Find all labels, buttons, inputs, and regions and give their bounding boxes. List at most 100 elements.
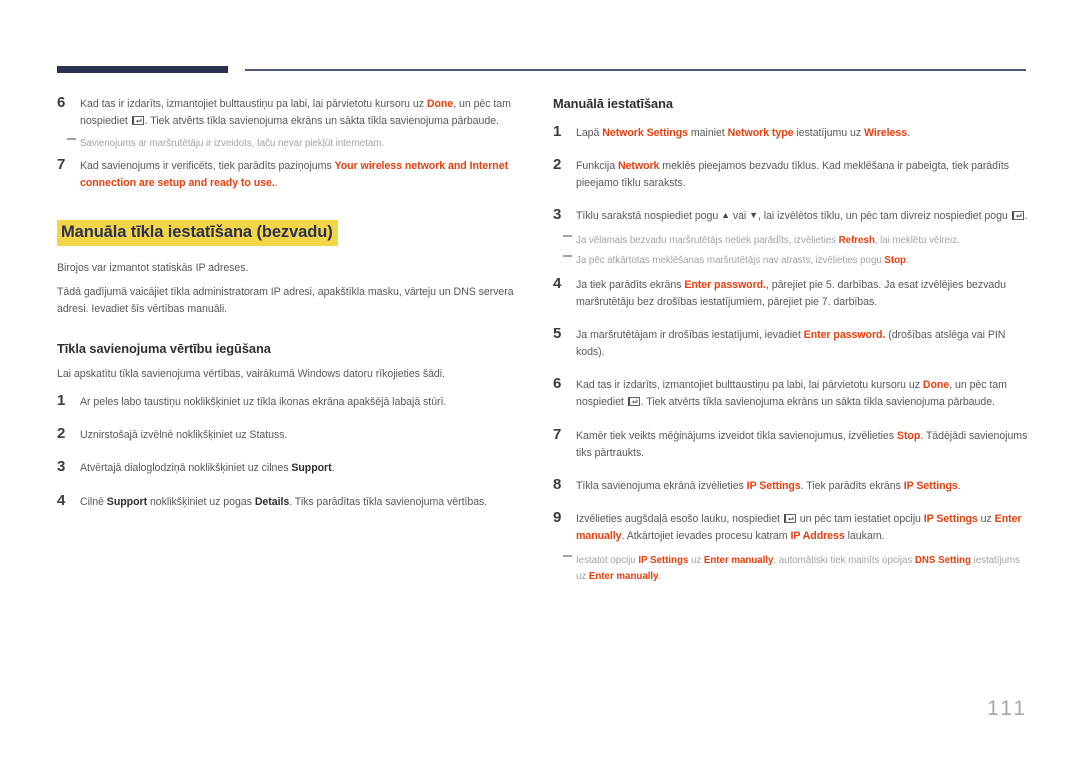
- note-dash-icon: [563, 235, 572, 238]
- text-run: noklikšķiniet uz pogas: [147, 495, 255, 508]
- step-number: 1: [57, 392, 66, 410]
- step-number: 3: [57, 458, 66, 476]
- section-heading-manual-wireless: Manuāla tīkla iestatīšana (bezvadu): [57, 220, 338, 246]
- left-steps-after-note: 7 Kad savienojums ir verificēts, tiek par…: [57, 155, 527, 192]
- note-line: Savienojums ar maršrutētāju ir izveidots…: [57, 136, 527, 152]
- text-run: Ar peles labo taustiņu noklikšķiniet uz …: [80, 396, 447, 409]
- step-number: 6: [57, 94, 66, 111]
- note-line: Iestatot opciju IP Settings uz Enter man…: [553, 553, 1028, 584]
- left-steps-top: 6 Kad tas ir izdarīts, izmantojiet bultta…: [57, 94, 527, 130]
- text-run: vai: [729, 210, 750, 223]
- emphasis-red: Done: [922, 379, 950, 392]
- emphasis-red: IP Settings: [923, 513, 978, 525]
- header-thin-rule: [245, 69, 1026, 71]
- step-text: Ja tiek parādīts ekrāns Enter password.,…: [576, 277, 1028, 311]
- step-text: Atvērtajā dialoglodziņā noklikšķiniet uz…: [80, 460, 527, 477]
- enter-key-icon: [783, 514, 796, 523]
- step-number: 4: [57, 491, 66, 509]
- text-run: . Atkārtojiet ievades procesu katram: [621, 530, 791, 543]
- text-run: .: [274, 177, 278, 190]
- left-steps-bottom: 1 Ar peles labo taustiņu noklikšķiniet uz…: [57, 392, 527, 511]
- left-column: 6 Kad tas ir izdarīts, izmantojiet bultta…: [57, 94, 527, 511]
- text-run: .: [906, 254, 909, 266]
- text-run: Savienojums ar maršrutētāju ir izveidots…: [80, 138, 385, 150]
- numbered-step: 3 Atvērtajā dialoglodziņā noklikšķiniet u…: [57, 458, 527, 477]
- step-number: 1: [553, 122, 562, 140]
- emphasis-red: DNS Setting: [914, 555, 971, 567]
- step-text: Kad savienojums ir verificēts, tiek parā…: [80, 158, 527, 192]
- emphasis-red: Network: [617, 159, 660, 172]
- right-column: Manuālā iestatīšana 1 Lapā Network Settin…: [553, 96, 1028, 585]
- header-navy-bar: [57, 66, 228, 73]
- emphasis-red: Done: [426, 98, 454, 110]
- enter-key-icon: [131, 116, 144, 126]
- text-run: uz: [688, 555, 704, 567]
- emphasis-red: Enter manually: [588, 570, 659, 582]
- emphasis-bold: Support: [106, 495, 148, 508]
- arrow-down-icon: ▼: [749, 210, 758, 221]
- note-text: Savienojums ar maršrutētāju ir izveidots…: [80, 138, 384, 149]
- subsection-intro: Lai apskatītu tīkla savienojuma vērtības…: [57, 367, 445, 380]
- text-run: laukam.: [844, 530, 885, 543]
- text-run: uz: [977, 513, 995, 525]
- emphasis-red: Wireless: [863, 126, 908, 139]
- text-run: .: [331, 462, 335, 475]
- emphasis-red: Network Settings: [602, 126, 688, 139]
- emphasis-red: Stop: [896, 429, 921, 442]
- emphasis-red: IP Settings: [903, 479, 958, 492]
- numbered-step: 4 Ja tiek parādīts ekrāns Enter password.…: [553, 274, 1028, 311]
- step-text: Funkcija Network meklēs pieejamos bezvad…: [576, 158, 1028, 192]
- step-text: Ja maršrutētājam ir drošības iestatījumi…: [576, 327, 1028, 361]
- text-run: . Tiek parādīts ekrāns: [800, 479, 904, 492]
- step-text: Kad tas ir izdarīts, izmantojiet bulttau…: [80, 96, 527, 130]
- numbered-step: 7 Kamēr tiek veikts mēģinājums izveidot t…: [553, 426, 1028, 462]
- left-note-after-step-6: Savienojums ar maršrutētāju ir izveidots…: [57, 136, 527, 152]
- text-run: Ja vēlamais bezvadu maršrutētājs netiek …: [576, 235, 839, 247]
- text-run: mainiet: [688, 126, 728, 139]
- step-number: 4: [553, 274, 562, 292]
- note-line: Ja pēc atkārtotas meklēšanas maršrutētāj…: [553, 253, 1028, 269]
- text-run: Kad tas ir izdarīts, izmantojiet bulttau…: [576, 379, 923, 392]
- subsection-heading-manual-setup: Manuālā iestatīšana: [553, 96, 673, 111]
- text-run: iestatījumu uz: [793, 126, 864, 139]
- step-text: Tīkla savienojuma ekrānā izvēlieties IP …: [576, 478, 1028, 495]
- step-number: 8: [553, 475, 562, 493]
- emphasis-red: IP Settings: [746, 479, 801, 492]
- page-number: 111: [987, 697, 1028, 720]
- enter-key-icon: [627, 397, 640, 407]
- numbered-step: 2 Uznirstošajā izvēlnē noklikšķiniet uz S…: [57, 425, 527, 444]
- text-run: Kad savienojums ir verificēts, tiek parā…: [80, 159, 335, 172]
- intro-paragraph-2: Tādā gadījumā vaicājiet tīkla administra…: [57, 286, 514, 315]
- numbered-step: 8 Tīkla savienojuma ekrānā izvēlieties IP…: [553, 475, 1028, 495]
- text-run: . Tiks parādītas tīkla savienojuma vērtī…: [289, 495, 488, 508]
- step-number: 2: [57, 425, 66, 443]
- text-run: Cilnē: [80, 495, 107, 508]
- numbered-step: 6 Kad tas ir izdarīts, izmantojiet bultta…: [57, 94, 527, 130]
- text-run: Iestatot opciju: [576, 555, 639, 567]
- step-text: Lapā Network Settings mainiet Network ty…: [576, 125, 1028, 142]
- text-run: Atvērtajā dialoglodziņā noklikšķiniet uz…: [80, 462, 292, 475]
- note-dash-icon: [563, 254, 572, 257]
- step-text: Cilnē Support noklikšķiniet uz pogas Det…: [80, 494, 527, 511]
- numbered-step: 1 Ar peles labo taustiņu noklikšķiniet uz…: [57, 392, 527, 411]
- enter-key-icon: [1011, 211, 1024, 221]
- text-run: . Tiek atvērts tīkla savienojuma ekrāns …: [144, 115, 499, 128]
- step-text: Kamēr tiek veikts mēģinājums izveidot tī…: [576, 428, 1028, 462]
- step-number: 6: [553, 375, 562, 393]
- note-text: Iestatot opciju IP Settings uz Enter man…: [576, 555, 1020, 582]
- numbered-step: 5 Ja maršrutētājam ir drošības iestatījum…: [553, 325, 1028, 361]
- emphasis-bold: Support: [291, 462, 332, 475]
- step-number: 7: [57, 155, 66, 173]
- emphasis-red: Enter password.: [803, 328, 886, 341]
- step-text: Izvēlieties augšdaļā esošo lauku, nospie…: [576, 511, 1028, 545]
- text-run: Kamēr tiek veikts mēģinājums izveidot tī…: [576, 429, 897, 442]
- numbered-step: 2 Funkcija Network meklēs pieejamos bezva…: [553, 155, 1028, 192]
- step-number: 2: [553, 155, 562, 173]
- numbered-step: 4 Cilnē Support noklikšķiniet uz pogas De…: [57, 491, 527, 511]
- intro-paragraph-1: Birojos var izmantot statiskās IP adrese…: [57, 261, 249, 274]
- numbered-step: 3 Tīklu sarakstā nospiediet pogu ▲ vai ▼,…: [553, 206, 1028, 225]
- step-text: Uznirstošajā izvēlnē noklikšķiniet uz St…: [80, 427, 527, 444]
- step-text: Tīklu sarakstā nospiediet pogu ▲ vai ▼, …: [576, 208, 1028, 225]
- emphasis-red: IP Settings: [638, 555, 689, 567]
- numbered-step: 7 Kad savienojums ir verificēts, tiek par…: [57, 155, 527, 192]
